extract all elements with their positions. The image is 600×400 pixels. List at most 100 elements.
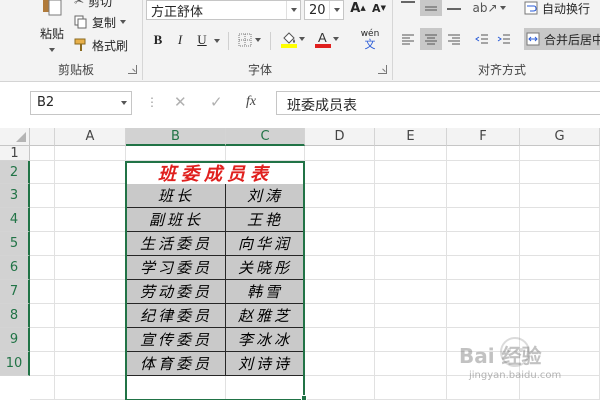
font-launcher-icon[interactable] <box>378 65 387 74</box>
align-left-button[interactable] <box>398 28 418 50</box>
column-header-c[interactable]: C <box>226 128 305 146</box>
fill-handle[interactable] <box>301 395 307 400</box>
role-cell[interactable]: 生活委员 <box>127 232 226 256</box>
align-right-button[interactable] <box>444 28 464 50</box>
font-color-button[interactable]: A <box>312 28 342 50</box>
role-cell[interactable]: 副班长 <box>127 208 226 232</box>
gridline-horizontal <box>30 351 600 352</box>
role-cell[interactable]: 班长 <box>127 184 226 208</box>
font-size-arrow-icon <box>329 1 343 19</box>
formula-bar-grip-icon: ⋮ <box>146 95 158 109</box>
font-group-label: 字体 <box>248 63 273 77</box>
align-center-button[interactable] <box>420 28 442 50</box>
merge-center-icon <box>526 32 540 46</box>
name-cell[interactable]: 李冰冰 <box>226 328 305 352</box>
group-separator <box>142 0 143 80</box>
align-middle-button[interactable] <box>420 0 442 16</box>
align-top-button[interactable] <box>398 0 418 14</box>
gridline-horizontal <box>30 207 600 208</box>
fill-color-button[interactable] <box>278 28 308 50</box>
column-header-g[interactable]: G <box>520 128 600 146</box>
copy-button[interactable]: 复制 <box>74 13 130 31</box>
column-header-e[interactable]: E <box>375 128 447 146</box>
gridline-vertical <box>519 146 520 400</box>
decrease-indent-button[interactable] <box>472 28 492 50</box>
merge-center-button[interactable]: 合并后居中 <box>524 28 600 50</box>
row-header-9[interactable]: 9 <box>0 328 30 352</box>
font-name-dropdown[interactable]: 方正舒体 <box>146 0 301 20</box>
decrease-font-icon: A <box>372 1 381 15</box>
copy-label: 复制 <box>92 15 117 30</box>
name-cell[interactable]: 向华润 <box>226 232 305 256</box>
row-header-6[interactable]: 6 <box>0 256 30 280</box>
font-divider <box>270 32 271 50</box>
align-left-icon <box>401 33 415 45</box>
font-divider <box>228 32 229 50</box>
enter-icon[interactable]: ✓ <box>210 93 223 111</box>
name-box[interactable]: B2 <box>30 91 132 115</box>
role-cell[interactable]: 体育委员 <box>127 352 226 376</box>
underline-button[interactable]: U <box>192 30 212 50</box>
increase-indent-icon <box>497 33 511 45</box>
name-cell[interactable]: 王艳 <box>226 208 305 232</box>
gridline-vertical <box>374 146 375 400</box>
column-header-d[interactable]: D <box>305 128 375 146</box>
decrease-font-size-button[interactable]: A ▼ <box>370 0 388 16</box>
role-cell[interactable]: 宣传委员 <box>127 328 226 352</box>
row-header-1[interactable]: 1 <box>0 146 30 161</box>
phonetic-button[interactable]: wén 文 <box>354 27 386 53</box>
role-cell[interactable]: 劳动委员 <box>127 280 226 304</box>
row-header-2[interactable]: 2 <box>0 161 30 184</box>
align-bottom-button[interactable] <box>444 0 464 14</box>
name-cell[interactable]: 赵雅芝 <box>226 304 305 328</box>
paste-dropdown[interactable] <box>44 44 60 56</box>
role-cell[interactable]: 学习委员 <box>127 256 226 280</box>
underline-dropdown[interactable] <box>212 36 222 46</box>
row-header-5[interactable]: 5 <box>0 232 30 256</box>
role-cell[interactable]: 纪律委员 <box>127 304 226 328</box>
select-all-button[interactable] <box>0 128 30 146</box>
merge-center-label: 合并后居中 <box>544 32 600 47</box>
gridline-horizontal <box>30 375 600 376</box>
gridline-vertical <box>125 146 126 400</box>
column-header-f[interactable]: F <box>447 128 520 146</box>
row-header-8[interactable]: 8 <box>0 304 30 328</box>
column-header-a[interactable]: A <box>55 128 126 146</box>
orientation-button[interactable]: ab↗ <box>472 0 506 16</box>
name-box-value: B2 <box>37 95 55 110</box>
bold-button[interactable]: B <box>148 30 168 50</box>
font-size-dropdown[interactable]: 20 <box>304 0 344 20</box>
insert-function-icon[interactable]: fx <box>246 94 256 110</box>
wrap-text-button[interactable]: 自动换行 <box>524 0 600 16</box>
gridline-horizontal <box>30 160 600 161</box>
font-size-value: 20 <box>309 2 326 18</box>
increase-indent-button[interactable] <box>494 28 514 50</box>
gridline-horizontal <box>30 183 600 184</box>
cancel-icon[interactable]: ✕ <box>174 93 187 111</box>
row-header-4[interactable]: 4 <box>0 208 30 232</box>
increase-font-size-button[interactable]: A ▲ <box>349 0 367 16</box>
name-cell[interactable]: 韩雪 <box>226 280 305 304</box>
borders-button[interactable] <box>234 30 264 50</box>
table-title-cell[interactable]: 班委成员表 <box>127 162 304 185</box>
row-header-3[interactable]: 3 <box>0 184 30 208</box>
bold-label: B <box>153 32 163 47</box>
formula-input[interactable]: 班委成员表 <box>276 91 600 115</box>
name-cell[interactable]: 刘诗诗 <box>226 352 305 376</box>
row-header-7[interactable]: 7 <box>0 280 30 304</box>
format-painter-button[interactable]: 格式刷 <box>74 36 134 54</box>
clipboard-group-label: 剪贴板 <box>58 63 95 77</box>
row-header-10[interactable]: 10 <box>0 352 30 376</box>
align-top-icon <box>401 1 415 9</box>
name-cell[interactable]: 关晓彤 <box>226 256 305 280</box>
worksheet-grid: ABCDEFG 1 2 3 4 5 6 7 8 9 10 班委成员表 班长 刘涛 副班长 王艳 生活委员 向华… <box>0 128 600 400</box>
clipboard-launcher-icon[interactable] <box>128 65 137 74</box>
cut-button[interactable]: ✂ 剪切 <box>74 0 122 10</box>
column-header-b[interactable]: B <box>126 128 226 146</box>
font-name-arrow-icon <box>286 1 300 19</box>
format-painter-icon <box>74 38 88 52</box>
italic-button[interactable]: I <box>170 30 190 50</box>
phonetic-sub-label: 文 <box>364 37 376 51</box>
name-cell[interactable]: 刘涛 <box>226 184 305 208</box>
svg-text:A: A <box>318 30 327 45</box>
